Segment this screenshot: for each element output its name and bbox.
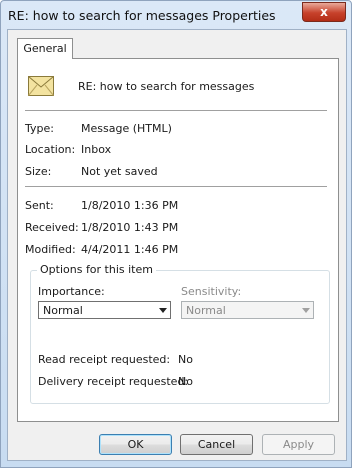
modified-label: Modified: [25, 243, 76, 256]
modified-value: 4/4/2011 1:46 PM [81, 243, 179, 256]
importance-value: Normal [43, 304, 83, 317]
close-icon: x [320, 5, 328, 19]
title-bar[interactable]: RE: how to search for messages Propertie… [1, 1, 351, 29]
delivery-receipt-label: Delivery receipt requested: [38, 375, 189, 388]
sent-value: 1/8/2010 1:36 PM [81, 199, 179, 212]
sent-label: Sent: [25, 199, 54, 212]
separator [25, 110, 327, 111]
close-button[interactable]: x [302, 2, 346, 22]
properties-window: RE: how to search for messages Propertie… [0, 0, 352, 468]
type-label: Type: [25, 122, 54, 135]
separator [25, 186, 327, 187]
apply-button[interactable]: Apply [262, 434, 335, 455]
envelope-icon [28, 76, 54, 96]
delivery-receipt-value: No [178, 375, 193, 388]
chevron-down-icon [302, 308, 310, 313]
message-subject: RE: how to search for messages [78, 80, 255, 93]
location-value: Inbox [81, 143, 112, 156]
importance-label: Importance: [38, 285, 105, 298]
received-value: 1/8/2010 1:43 PM [81, 221, 179, 234]
read-receipt-label: Read receipt requested: [38, 353, 171, 366]
received-label: Received: [25, 221, 79, 234]
options-group: Options for this item Importance: Normal… [30, 263, 330, 404]
dialog-body: General RE: how to search for messages T… [7, 29, 347, 461]
sensitivity-value: Normal [186, 304, 226, 317]
type-value: Message (HTML) [81, 122, 172, 135]
cancel-button[interactable]: Cancel [180, 434, 253, 455]
ok-button[interactable]: OK [99, 434, 172, 455]
window-title: RE: how to search for messages Propertie… [8, 8, 276, 23]
read-receipt-value: No [178, 353, 193, 366]
sensitivity-label: Sensitivity: [181, 285, 242, 298]
tab-general[interactable]: General [17, 38, 73, 59]
size-value: Not yet saved [81, 165, 158, 178]
sensitivity-select: Normal [181, 301, 314, 319]
chevron-down-icon [159, 308, 167, 313]
importance-select[interactable]: Normal [38, 301, 171, 319]
size-label: Size: [25, 165, 52, 178]
general-panel: RE: how to search for messages Type: Mes… [17, 58, 339, 422]
options-group-title: Options for this item [37, 263, 156, 276]
location-label: Location: [25, 143, 76, 156]
